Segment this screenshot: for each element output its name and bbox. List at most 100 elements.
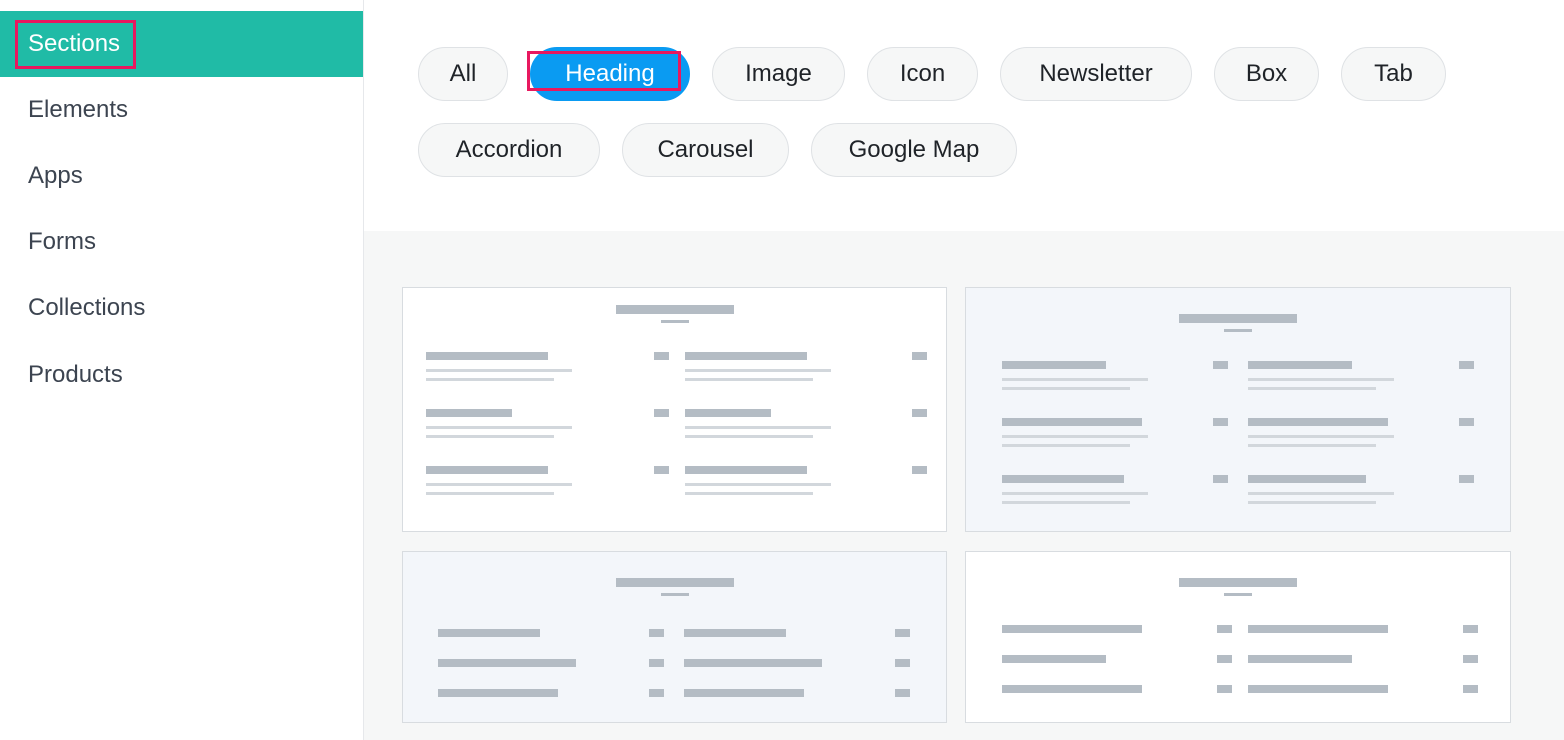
placeholder-subtitle (1224, 329, 1252, 332)
app-window: Sections Elements Apps Forms Collections… (0, 0, 1564, 740)
placeholder-item-price (654, 409, 669, 417)
placeholder-desc-line (685, 426, 831, 429)
sidebar-item-label: Elements (28, 96, 129, 123)
placeholder-item-name (1248, 361, 1352, 369)
placeholder-item-price (1463, 685, 1478, 693)
chip-label: Accordion (455, 136, 563, 163)
sidebar-item-apps[interactable]: Apps (0, 143, 363, 209)
placeholder-desc-line (1002, 444, 1130, 447)
main-panel: All Heading Image Icon Newsletter Box Ta… (364, 0, 1564, 740)
sidebar-item-elements[interactable]: Elements (0, 77, 363, 143)
placeholder-item-name (1002, 361, 1106, 369)
chip-label: Icon (899, 60, 946, 87)
placeholder-item-price (1217, 625, 1232, 633)
template-card[interactable] (402, 287, 947, 532)
placeholder-desc-line (426, 378, 554, 381)
placeholder-item-price (1213, 475, 1228, 483)
placeholder-item-name (685, 409, 771, 417)
placeholder-title (1179, 314, 1297, 323)
placeholder-desc-line (1002, 387, 1130, 390)
sidebar-item-label: Collections (28, 294, 146, 321)
placeholder-item-price (1463, 625, 1478, 633)
chip-label: Tab (1374, 60, 1413, 87)
placeholder-item-price (1213, 418, 1228, 426)
template-card[interactable] (965, 551, 1511, 723)
template-card[interactable] (965, 287, 1511, 532)
placeholder-item-price (1217, 685, 1232, 693)
placeholder-title (1179, 578, 1297, 587)
placeholder-desc-line (426, 426, 572, 429)
placeholder-item-name (438, 629, 540, 637)
placeholder-title (615, 578, 734, 587)
placeholder-item-price (895, 659, 910, 667)
placeholder-item-price (1459, 418, 1474, 426)
template-grid (364, 231, 1564, 740)
chip-label: Box (1245, 60, 1288, 87)
sidebar-item-label: Products (28, 361, 123, 388)
placeholder-item-price (895, 689, 910, 697)
filter-chip-all[interactable]: All (418, 47, 508, 101)
placeholder-item-name (1002, 418, 1142, 426)
sidebar-item-forms[interactable]: Forms (0, 209, 363, 275)
sidebar-item-label: Apps (28, 162, 83, 189)
placeholder-desc-line (1002, 435, 1148, 438)
placeholder-title (615, 305, 734, 314)
chip-label: Heading (565, 60, 655, 87)
placeholder-item-price (1459, 361, 1474, 369)
chip-label: Image (745, 60, 812, 87)
sidebar-item-products[interactable]: Products (0, 342, 363, 408)
chip-label: Google Map (848, 136, 980, 163)
sidebar-item-sections[interactable]: Sections (0, 11, 363, 77)
placeholder-item-name (684, 629, 786, 637)
filter-chip-carousel[interactable]: Carousel (622, 123, 789, 177)
placeholder-item-price (654, 466, 669, 474)
placeholder-desc-line (1002, 501, 1130, 504)
sidebar-item-collections[interactable]: Collections (0, 275, 363, 341)
chip-label: Newsletter (1039, 60, 1153, 87)
filter-chip-tab[interactable]: Tab (1341, 47, 1446, 101)
placeholder-item-name (426, 352, 548, 360)
placeholder-item-name (1002, 625, 1142, 633)
placeholder-item-price (1213, 361, 1228, 369)
chip-label: All (449, 60, 477, 87)
placeholder-subtitle (1224, 593, 1252, 596)
placeholder-item-price (895, 629, 910, 637)
placeholder-desc-line (426, 483, 572, 486)
placeholder-item-name (426, 466, 548, 474)
placeholder-item-name (685, 466, 807, 474)
placeholder-desc-line (1248, 435, 1394, 438)
filter-chip-accordion[interactable]: Accordion (418, 123, 600, 177)
sidebar-item-label: Sections (28, 30, 121, 57)
placeholder-item-price (1463, 655, 1478, 663)
placeholder-item-name (426, 409, 512, 417)
filter-chip-google-map[interactable]: Google Map (811, 123, 1017, 177)
sidebar: Sections Elements Apps Forms Collections… (0, 0, 364, 740)
filter-chip-box[interactable]: Box (1214, 47, 1319, 101)
placeholder-item-price (912, 409, 927, 417)
placeholder-item-price (912, 352, 927, 360)
sidebar-item-label: Forms (28, 228, 96, 255)
filter-chip-heading[interactable]: Heading (527, 47, 690, 101)
placeholder-desc-line (685, 435, 813, 438)
placeholder-item-price (649, 659, 664, 667)
placeholder-item-name (1002, 655, 1106, 663)
placeholder-item-price (654, 352, 669, 360)
filter-chip-image[interactable]: Image (712, 47, 845, 101)
placeholder-item-name (438, 659, 576, 667)
placeholder-desc-line (1248, 387, 1376, 390)
chip-label: Carousel (657, 136, 754, 163)
filter-chip-newsletter[interactable]: Newsletter (1000, 47, 1192, 101)
placeholder-item-name (1248, 418, 1388, 426)
template-card[interactable] (402, 551, 947, 723)
filter-chip-icon[interactable]: Icon (867, 47, 978, 101)
placeholder-item-name (1248, 655, 1352, 663)
filter-chip-bar: All Heading Image Icon Newsletter Box Ta… (364, 0, 1564, 230)
placeholder-item-price (912, 466, 927, 474)
placeholder-desc-line (1248, 501, 1376, 504)
placeholder-item-name (684, 659, 822, 667)
placeholder-item-name (685, 352, 807, 360)
placeholder-desc-line (1248, 378, 1394, 381)
placeholder-item-name (1002, 475, 1124, 483)
placeholder-desc-line (1248, 444, 1376, 447)
placeholder-item-name (1002, 685, 1142, 693)
